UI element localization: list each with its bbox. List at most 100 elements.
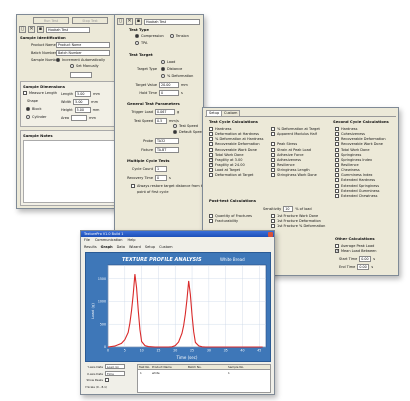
block-radio[interactable] [26, 107, 30, 111]
calc-checkbox[interactable] [271, 214, 275, 218]
calc-checkbox[interactable] [271, 132, 275, 137]
recovery-input[interactable]: 0 [155, 175, 167, 181]
close-icon[interactable]: ✕ [126, 18, 133, 25]
distance-radio[interactable] [161, 67, 165, 71]
calc-option[interactable]: Springiness Index [335, 157, 386, 162]
calc-option[interactable] [271, 137, 320, 141]
calc-option[interactable]: Fragility at 3.00 [209, 157, 263, 162]
calc-option[interactable]: Extended Springiness [335, 183, 386, 188]
col-sample-no[interactable]: Sample No. [228, 365, 258, 369]
calc-option[interactable]: Quantity of Fractures [209, 214, 252, 218]
calc-option[interactable]: Chewiness [335, 168, 386, 173]
calc-option[interactable]: % Deformation at Target [271, 127, 320, 131]
calc-checkbox[interactable] [209, 132, 213, 137]
calc-option[interactable]: Extended Hardness [335, 178, 386, 183]
calc-checkbox[interactable] [335, 147, 339, 152]
calc-option[interactable]: Stringiness Length [271, 168, 320, 173]
calc-option[interactable]: Recoverable Deformation [209, 142, 263, 147]
calc-checkbox[interactable] [335, 188, 339, 193]
hold-time-input[interactable]: 0 [159, 90, 179, 96]
stop-test-button[interactable]: Stop Test [72, 17, 108, 24]
tab-custom[interactable]: Custom [159, 245, 172, 249]
calc-option[interactable]: Adhesiveness [271, 157, 320, 162]
calc-checkbox[interactable] [271, 152, 275, 157]
notes-textarea[interactable] [23, 140, 115, 203]
calc-option[interactable]: Average Peak Load [335, 244, 376, 248]
calc-checkbox[interactable] [271, 142, 275, 147]
run-test-button[interactable]: Run Test [33, 17, 69, 24]
calc-checkbox[interactable] [335, 152, 339, 157]
always-restore-checkbox[interactable] [131, 184, 135, 188]
calc-checkbox[interactable] [335, 178, 339, 183]
calc-checkbox[interactable] [335, 142, 339, 147]
calc-checkbox[interactable] [271, 224, 275, 229]
calc-checkbox[interactable] [271, 127, 275, 131]
measure-length-checkbox[interactable] [23, 91, 27, 95]
calc-option[interactable]: Resilience [271, 162, 320, 167]
calc-option[interactable]: Hardness [335, 127, 386, 131]
tab-results[interactable]: Results [84, 245, 97, 249]
calc-checkbox[interactable] [271, 168, 275, 173]
calc-checkbox[interactable] [335, 157, 339, 162]
length-input[interactable]: 5.00 [75, 91, 92, 97]
calc-checkbox[interactable] [271, 219, 275, 224]
calc-option[interactable]: 1st Fracture % Deformation [271, 224, 325, 229]
product-input[interactable]: Product Name [56, 42, 110, 48]
calc-option[interactable]: Stringiness Work Done [271, 173, 320, 178]
area-input[interactable] [71, 115, 88, 121]
calc-option[interactable]: Extended Chewiness [335, 193, 386, 198]
target-value-input[interactable]: 20.00 [159, 82, 179, 88]
calc-option[interactable]: Fracturability [209, 219, 252, 224]
tab-data[interactable]: Data [117, 245, 125, 249]
calc-checkbox[interactable] [335, 168, 339, 173]
col-test-no[interactable]: Test No. [138, 365, 152, 369]
cylinder-radio[interactable] [26, 115, 30, 119]
load-radio[interactable] [161, 60, 165, 64]
calc-checkbox[interactable] [335, 137, 339, 142]
calc-option[interactable]: Springiness [335, 152, 386, 157]
calc-option[interactable]: Resilience [335, 162, 386, 167]
sample-number-input[interactable] [70, 72, 92, 78]
calc-checkbox[interactable] [209, 168, 213, 173]
start-time-input[interactable]: 0.00 [359, 256, 372, 262]
calc-option[interactable]: Adhesive Force [271, 152, 320, 157]
calc-checkbox[interactable] [271, 173, 275, 178]
test-select[interactable]: Hookah Test [46, 26, 90, 33]
menu-communication[interactable]: Communication [95, 238, 123, 242]
close-icon[interactable] [268, 231, 273, 237]
calc-checkbox[interactable] [335, 132, 339, 137]
calc-checkbox[interactable] [335, 193, 339, 198]
calc-option[interactable]: Gumminess Index [335, 173, 386, 178]
calc-checkbox[interactable] [335, 249, 340, 254]
calc-option[interactable]: Recoverable Work Done [209, 147, 263, 152]
calc-checkbox[interactable] [335, 244, 339, 248]
calc-option[interactable]: Mean Load Between [335, 249, 376, 254]
width-input[interactable]: 5.00 [73, 99, 90, 105]
table-row[interactable]: 1 white 1 [138, 371, 270, 375]
test-select[interactable]: Hookah Test [144, 18, 200, 25]
close-icon[interactable]: ✕ [28, 26, 35, 33]
calc-option[interactable]: 1st Fracture Deformation [271, 219, 325, 224]
calc-checkbox[interactable] [335, 162, 339, 167]
save-icon[interactable]: ▪ [135, 18, 142, 25]
calc-option[interactable]: Deformation at Hardness [209, 132, 263, 137]
height-input[interactable]: 5.00 [74, 107, 91, 113]
batch-input[interactable]: Batch Number [56, 50, 110, 56]
calc-checkbox[interactable] [209, 173, 213, 178]
title-bar[interactable]: TexturePro V1.0 Build 1 [81, 231, 274, 237]
calc-checkbox[interactable] [335, 173, 339, 178]
tab-wizard[interactable]: Wizard [129, 245, 141, 249]
compression-radio[interactable] [135, 34, 139, 38]
sensitivity-input[interactable]: 10 [283, 206, 294, 212]
calc-option[interactable]: Total Work Done [335, 147, 386, 152]
calc-option[interactable]: Deformation at Target [209, 173, 263, 178]
calc-checkbox[interactable] [209, 162, 214, 167]
calc-checkbox[interactable] [209, 219, 213, 224]
x-axis-data-select[interactable]: Time [105, 371, 125, 376]
tab-graph[interactable]: Graph [101, 245, 113, 249]
tension-radio[interactable] [169, 34, 174, 38]
probe-select[interactable]: TA32 [155, 138, 179, 144]
trigger-input[interactable]: 0.067 [155, 109, 175, 115]
calc-option[interactable]: Strain at Peak Load [271, 147, 320, 152]
calc-option[interactable]: Peak Stress [271, 142, 320, 147]
